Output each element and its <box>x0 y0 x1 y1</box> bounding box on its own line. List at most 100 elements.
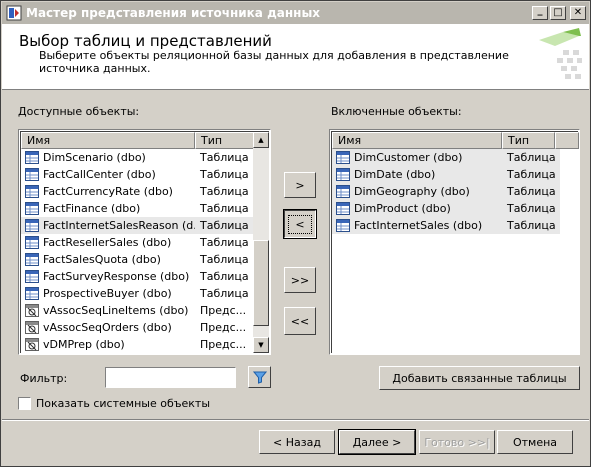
column-header-name[interactable]: Имя <box>332 132 502 149</box>
item-type: Таблица <box>200 151 249 164</box>
available-objects-list[interactable]: Имя Тип DimScenario (dbo) Таблица FactCall… <box>18 129 271 355</box>
list-item[interactable]: vAssocSeqLineItems (dbo) Предс... <box>21 302 254 319</box>
item-name: FactInternetSales (dbo) <box>354 219 483 232</box>
filter-button[interactable] <box>248 366 271 388</box>
list-item[interactable]: DimGeography (dbo) Таблица <box>332 183 560 200</box>
included-rows: DimCustomer (dbo) Таблица DimDate (dbo) Таб… <box>332 149 560 234</box>
list-item[interactable]: FactResellerSales (dbo) Таблица <box>21 234 254 251</box>
finish-button[interactable]: Готово >>| <box>419 430 495 454</box>
remove-selected-button[interactable]: < <box>283 209 317 239</box>
item-name: DimDate (dbo) <box>354 168 436 181</box>
minimize-button[interactable]: _ <box>532 4 548 20</box>
add-related-tables-button[interactable]: Добавить связанные таблицы <box>379 366 580 390</box>
table-icon <box>25 236 39 249</box>
available-rows: DimScenario (dbo) Таблица FactCallCenter (… <box>21 149 254 353</box>
cancel-button[interactable]: Отмена <box>497 430 573 454</box>
wizard-window: Мастер представления источника данных _ … <box>0 0 591 467</box>
item-name: DimGeography (dbo) <box>354 185 470 198</box>
item-name: FactCallCenter (dbo) <box>43 168 156 181</box>
next-button[interactable]: Далее > <box>338 429 416 455</box>
list-item[interactable]: vDMPrep (dbo) Предс... <box>21 336 254 353</box>
column-header-type[interactable]: Тип <box>502 132 555 149</box>
wizard-header-art <box>539 28 582 79</box>
filter-input[interactable] <box>105 367 236 388</box>
add-selected-button[interactable]: > <box>284 172 316 198</box>
wizard-header: Выбор таблиц и представлений Выберите об… <box>2 24 589 90</box>
list-item[interactable]: FactCurrencyRate (dbo) Таблица <box>21 183 254 200</box>
list-item[interactable]: ProspectiveBuyer (dbo) Таблица <box>21 285 254 302</box>
table-icon <box>25 270 39 283</box>
close-button[interactable]: ✕ <box>570 6 586 20</box>
scroll-down-icon: ▼ <box>258 341 264 349</box>
column-header-filler <box>555 132 579 149</box>
view-icon <box>25 304 39 317</box>
scroll-thumb[interactable] <box>253 240 269 326</box>
included-list-header: Имя Тип <box>332 132 579 149</box>
list-item[interactable]: FactCallCenter (dbo) Таблица <box>21 166 254 183</box>
table-icon <box>25 151 39 164</box>
list-item[interactable]: DimScenario (dbo) Таблица <box>21 149 254 166</box>
item-type: Таблица <box>507 202 556 215</box>
item-name: ProspectiveBuyer (dbo) <box>43 287 172 300</box>
item-type: Предс... <box>200 321 247 334</box>
item-type: Таблица <box>200 219 249 232</box>
available-list-header: Имя Тип <box>21 132 254 149</box>
table-icon <box>336 185 350 198</box>
item-name: vDMPrep (dbo) <box>43 338 125 351</box>
table-icon <box>25 219 39 232</box>
item-name: vAssocSeqOrders (dbo) <box>43 321 172 334</box>
item-name: DimProduct (dbo) <box>354 202 451 215</box>
item-type: Таблица <box>507 151 556 164</box>
scroll-up-icon: ▲ <box>258 136 264 144</box>
list-item[interactable]: DimProduct (dbo) Таблица <box>332 200 560 217</box>
item-name: FactInternetSalesReason (d... <box>43 219 195 232</box>
maximize-icon: □ <box>553 7 563 18</box>
table-icon <box>25 168 39 181</box>
filter-label: Фильтр: <box>20 372 68 385</box>
item-name: FactFinance (dbo) <box>43 202 141 215</box>
table-icon <box>336 219 350 232</box>
item-name: vAssocSeqLineItems (dbo) <box>43 304 189 317</box>
show-system-objects-label[interactable]: Показать системные объекты <box>36 397 210 410</box>
remove-all-button[interactable]: << <box>284 307 316 335</box>
column-header-type[interactable]: Тип <box>195 132 254 149</box>
data-source-view-icon <box>6 5 22 21</box>
item-type: Таблица <box>200 202 249 215</box>
table-icon <box>25 253 39 266</box>
minimize-icon: _ <box>537 4 543 16</box>
window-title: Мастер представления источника данных <box>26 6 321 20</box>
list-item[interactable]: DimDate (dbo) Таблица <box>332 166 560 183</box>
table-icon <box>25 202 39 215</box>
show-system-objects-checkbox[interactable] <box>18 397 31 410</box>
add-all-button[interactable]: >> <box>284 267 316 293</box>
item-type: Таблица <box>507 168 556 181</box>
table-icon <box>336 202 350 215</box>
list-item[interactable]: FactSurveyResponse (dbo) Таблица <box>21 268 254 285</box>
table-icon <box>25 185 39 198</box>
item-type: Таблица <box>200 185 249 198</box>
available-scrollbar[interactable]: ▲ ▼ <box>253 132 269 353</box>
included-objects-list[interactable]: Имя Тип DimCustomer (dbo) Таблица DimDate … <box>329 129 580 355</box>
scroll-down-button[interactable]: ▼ <box>253 337 269 353</box>
list-item[interactable]: FactInternetSales (dbo) Таблица <box>332 217 560 234</box>
item-type: Таблица <box>507 185 556 198</box>
funnel-filter-icon <box>252 371 267 384</box>
table-icon <box>25 287 39 300</box>
page-subtitle: Выберите объекты реляционной базы данных… <box>39 49 509 75</box>
scroll-up-button[interactable]: ▲ <box>253 132 269 148</box>
column-header-name[interactable]: Имя <box>21 132 195 149</box>
list-item[interactable]: vAssocSeqOrders (dbo) Предс... <box>21 319 254 336</box>
item-name: FactCurrencyRate (dbo) <box>43 185 173 198</box>
title-bar[interactable]: Мастер представления источника данных _ … <box>2 2 589 24</box>
list-item[interactable]: DimCustomer (dbo) Таблица <box>332 149 560 166</box>
table-icon <box>336 151 350 164</box>
maximize-button[interactable]: □ <box>550 6 566 20</box>
item-type: Таблица <box>200 253 249 266</box>
back-button[interactable]: < Назад <box>259 430 335 454</box>
view-icon <box>25 321 39 334</box>
list-item[interactable]: FactFinance (dbo) Таблица <box>21 200 254 217</box>
table-icon <box>336 168 350 181</box>
item-type: Таблица <box>507 219 556 232</box>
list-item[interactable]: FactSalesQuota (dbo) Таблица <box>21 251 254 268</box>
list-item[interactable]: FactInternetSalesReason (d... Таблица <box>21 217 254 234</box>
